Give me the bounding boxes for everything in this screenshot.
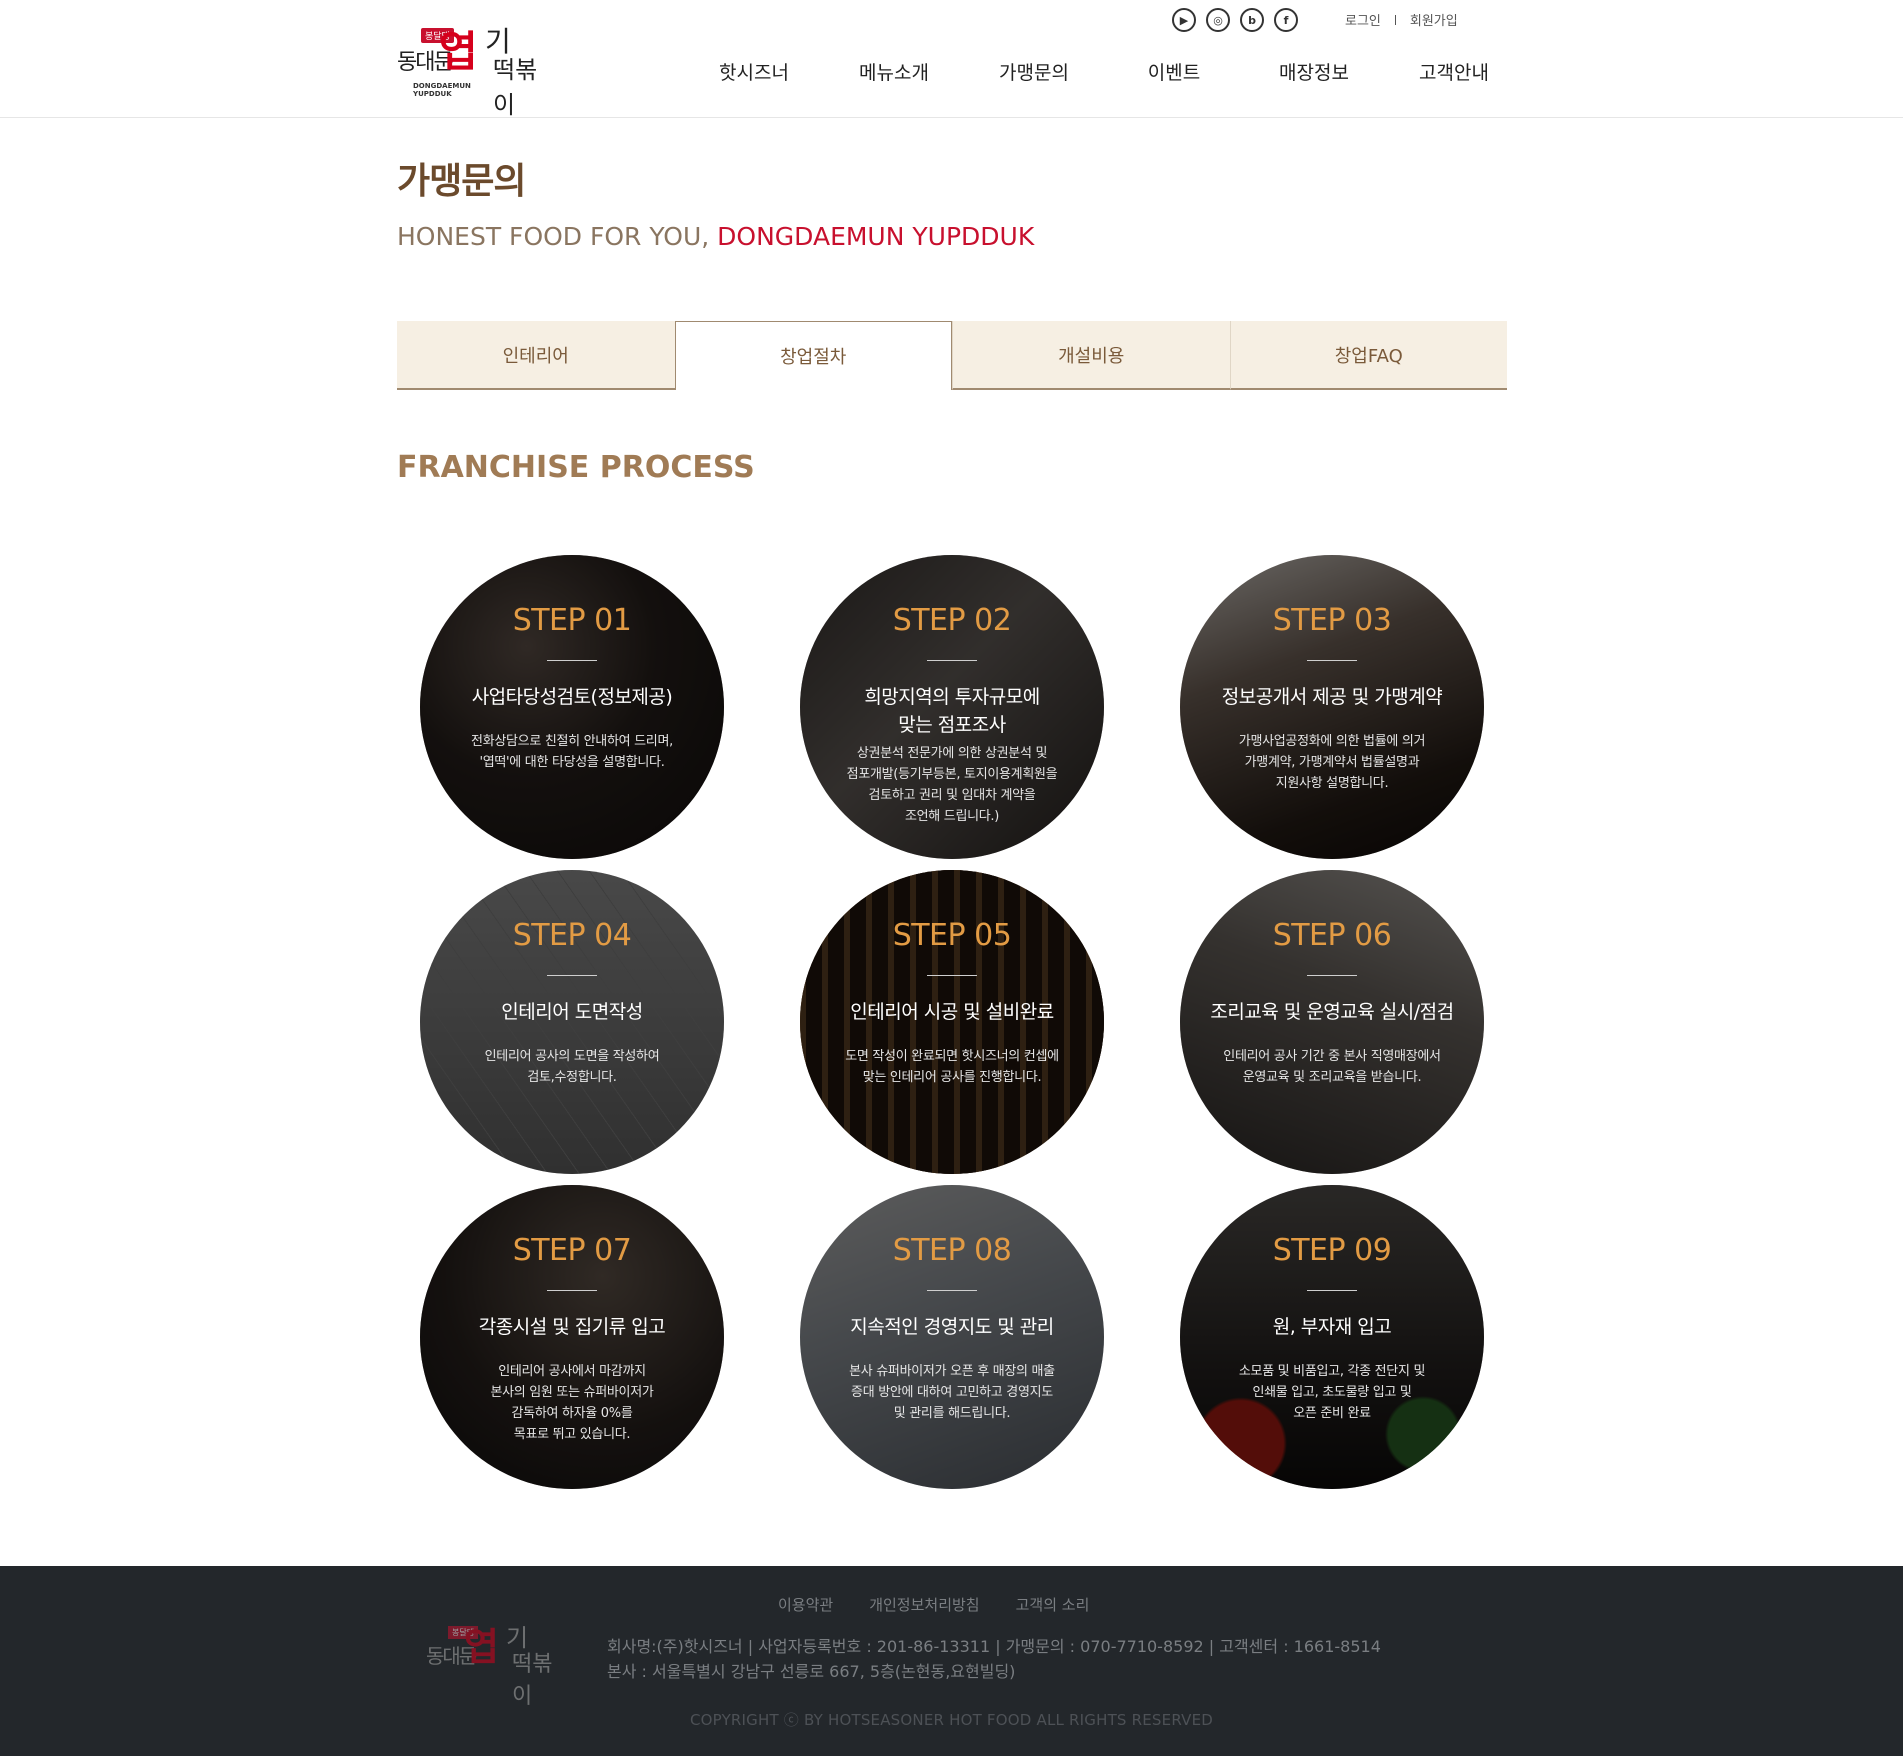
step-desc: 상권분석 전문가에 의한 상권분석 및 점포개발(등기부등본, 토지이용계획원을 검… [846, 746, 1058, 824]
step-divider [927, 1290, 977, 1291]
step-number: STEP 04 [512, 918, 632, 953]
step-card: STEP 03 정보공개서 제공 및 가맹계약 가맹사업공정화에 의한 법률에 … [1180, 555, 1484, 859]
step-card: STEP 05 인테리어 시공 및 설비완료 도면 작성이 완료되면 핫시즈너의… [800, 870, 1104, 1174]
step-title: 인테리어 도면작성 [501, 1001, 643, 1023]
copyright: COPYRIGHT ⓒ BY HOTSEASONER HOT FOOD ALL … [689, 1711, 1214, 1729]
logo-text-eng: DONGDAEMUN YUPDDUK [413, 82, 471, 98]
logo-text-bok: 떡볶이 [493, 56, 538, 119]
step-divider [1307, 1290, 1357, 1291]
footer-link-terms[interactable]: 이용약관 [778, 1594, 833, 1615]
tab-interior[interactable]: 인테리어 [397, 321, 675, 390]
step-card: STEP 09 원, 부자재 입고 소모품 및 비품입고, 각종 전단지 및 인쇄… [1180, 1185, 1484, 1489]
step-desc: 인테리어 공사에서 마감까지 본사의 임원 또는 슈퍼바이저가 감독하여 하자율 0… [490, 1364, 654, 1442]
youtube-icon[interactable]: ▶ [1172, 8, 1196, 32]
facebook-icon[interactable]: f [1274, 8, 1298, 32]
step-desc: 가맹사업공정화에 의한 법률에 의거 가맹계약, 가맹계약서 법률설명과 지원사항 … [1238, 734, 1426, 791]
step-desc: 전화상담으로 친절히 안내하여 드리며, '엽떡'에 대한 타당성을 설명합니다. [471, 734, 673, 770]
site-header: 봉달댕 동대문 엽 기 떡볶이 DONGDAEMUN YUPDDUK ▶ ◎ b… [0, 0, 1903, 119]
step-number: STEP 07 [512, 1233, 632, 1268]
step-divider [1307, 660, 1357, 661]
step-card: STEP 01 사업타당성검토(정보제공) 전화상담으로 친절히 안내하여 드리… [420, 555, 724, 859]
subtitle-prefix: HONEST FOOD FOR YOU, [397, 222, 710, 251]
tab-process[interactable]: 창업절차 [674, 321, 952, 390]
step-divider [927, 660, 977, 661]
nav-item-franchise[interactable]: 가맹문의 [964, 58, 1104, 85]
util-divider [1394, 14, 1396, 25]
footer-link-voice[interactable]: 고객의 소리 [1016, 1594, 1090, 1615]
util-links: 로그인 회원가입 [1345, 10, 1458, 29]
footer-links: 이용약관 개인정보처리방침 고객의 소리 [778, 1594, 1089, 1615]
logo-text-yeop: 엽 [464, 1624, 499, 1669]
step-title: 각종시설 및 집기류 입고 [478, 1316, 666, 1338]
step-title: 인테리어 시공 및 설비완료 [850, 1001, 1054, 1023]
nav-item-store[interactable]: 매장정보 [1244, 58, 1384, 85]
step-card: STEP 07 각종시설 및 집기류 입고 인테리어 공사에서 마감까지 본사의 … [420, 1185, 724, 1489]
step-card: STEP 04 인테리어 도면작성 인테리어 공사의 도면을 작성하여 검토,수정… [420, 870, 724, 1174]
tab-faq[interactable]: 창업FAQ [1229, 321, 1507, 390]
step-desc: 인테리어 공사 기간 중 본사 직영매장에서 운영교육 및 조리교육을 받습니다. [1223, 1049, 1441, 1085]
nav-item-menu[interactable]: 메뉴소개 [824, 58, 964, 85]
step-desc: 소모품 및 비품입고, 각종 전단지 및 인쇄물 입고, 초도물량 입고 및 오픈 … [1238, 1364, 1426, 1421]
page-title: 가맹문의 [397, 161, 526, 202]
nav-item-event[interactable]: 이벤트 [1104, 58, 1244, 85]
step-desc: 도면 작성이 완료되면 핫시즈너의 컨셉에 맞는 인테리어 공사를 진행합니다. [845, 1049, 1059, 1085]
footer-logo: 봉달댕 동대문 엽 기 떡볶이 [426, 1616, 556, 1709]
step-desc: 본사 슈퍼바이저가 오픈 후 매장의 매출 증대 방안에 대하여 고민하고 경영지… [849, 1364, 1055, 1421]
instagram-icon[interactable]: ◎ [1206, 8, 1230, 32]
nav-item-hotseasoner[interactable]: 핫시즈너 [684, 58, 824, 85]
step-title: 원, 부자재 입고 [1272, 1316, 1392, 1338]
logo-text-yeop: 엽 [439, 27, 478, 76]
site-footer: 이용약관 개인정보처리방침 고객의 소리 봉달댕 동대문 엽 기 떡볶이 회사명… [0, 1566, 1903, 1756]
step-number: STEP 06 [1272, 918, 1392, 953]
step-title: 지속적인 경영지도 및 관리 [850, 1316, 1054, 1338]
join-link[interactable]: 회원가입 [1410, 10, 1458, 29]
logo-text-bok: 떡볶이 [512, 1652, 553, 1709]
step-title: 정보공개서 제공 및 가맹계약 [1221, 686, 1443, 708]
step-title: 희망지역의 투자규모에 맞는 점포조사 [864, 686, 1040, 736]
sns-links: ▶ ◎ b f [1172, 8, 1298, 32]
subtitle-brand: DONGDAEMUN YUPDDUK [717, 222, 1035, 251]
step-desc: 인테리어 공사의 도면을 작성하여 검토,수정합니다. [484, 1049, 660, 1085]
step-divider [547, 1290, 597, 1291]
step-card: STEP 08 지속적인 경영지도 및 관리 본사 슈퍼바이저가 오픈 후 매장… [800, 1185, 1104, 1489]
company-address: 본사 : 서울특별시 강남구 선릉로 667, 5층(논현동,요현빌딩) [607, 1662, 1016, 1681]
step-number: STEP 01 [512, 603, 632, 638]
step-title: 사업타당성검토(정보제공) [471, 686, 673, 708]
step-number: STEP 08 [892, 1233, 1012, 1268]
step-card: STEP 06 조리교육 및 운영교육 실시/점검 인테리어 공사 기간 중 본… [1180, 870, 1484, 1174]
footer-link-privacy[interactable]: 개인정보처리방침 [869, 1594, 979, 1615]
section-title: FRANCHISE PROCESS [397, 450, 755, 485]
step-divider [927, 975, 977, 976]
nav-item-customer[interactable]: 고객안내 [1384, 58, 1524, 85]
brand-logo[interactable]: 봉달댕 동대문 엽 기 떡볶이 DONGDAEMUN YUPDDUK [397, 18, 547, 119]
page-subtitle: HONEST FOOD FOR YOU, DONGDAEMUN YUPDDUK [397, 222, 1034, 251]
step-number: STEP 09 [1272, 1233, 1392, 1268]
step-divider [1307, 975, 1357, 976]
login-link[interactable]: 로그인 [1345, 10, 1381, 29]
blog-icon[interactable]: b [1240, 8, 1264, 32]
company-info: 회사명:(주)핫시즈너 | 사업자등록번호 : 201-86-13311 | 가… [607, 1634, 1381, 1684]
step-number: STEP 02 [892, 603, 1012, 638]
step-number: STEP 05 [892, 918, 1012, 953]
company-info-line: 회사명:(주)핫시즈너 | 사업자등록번호 : 201-86-13311 | 가… [607, 1637, 1381, 1656]
step-divider [547, 975, 597, 976]
tab-cost[interactable]: 개설비용 [952, 321, 1230, 390]
step-card: STEP 02 희망지역의 투자규모에 맞는 점포조사 상권분석 전문가에 의한 … [800, 555, 1104, 859]
main-nav: 핫시즈너 메뉴소개 가맹문의 이벤트 매장정보 고객안내 [684, 58, 1524, 85]
step-divider [547, 660, 597, 661]
step-number: STEP 03 [1272, 603, 1392, 638]
step-title: 조리교육 및 운영교육 실시/점검 [1210, 1001, 1454, 1023]
franchise-tabs: 인테리어 창업절차 개설비용 창업FAQ [397, 321, 1507, 390]
